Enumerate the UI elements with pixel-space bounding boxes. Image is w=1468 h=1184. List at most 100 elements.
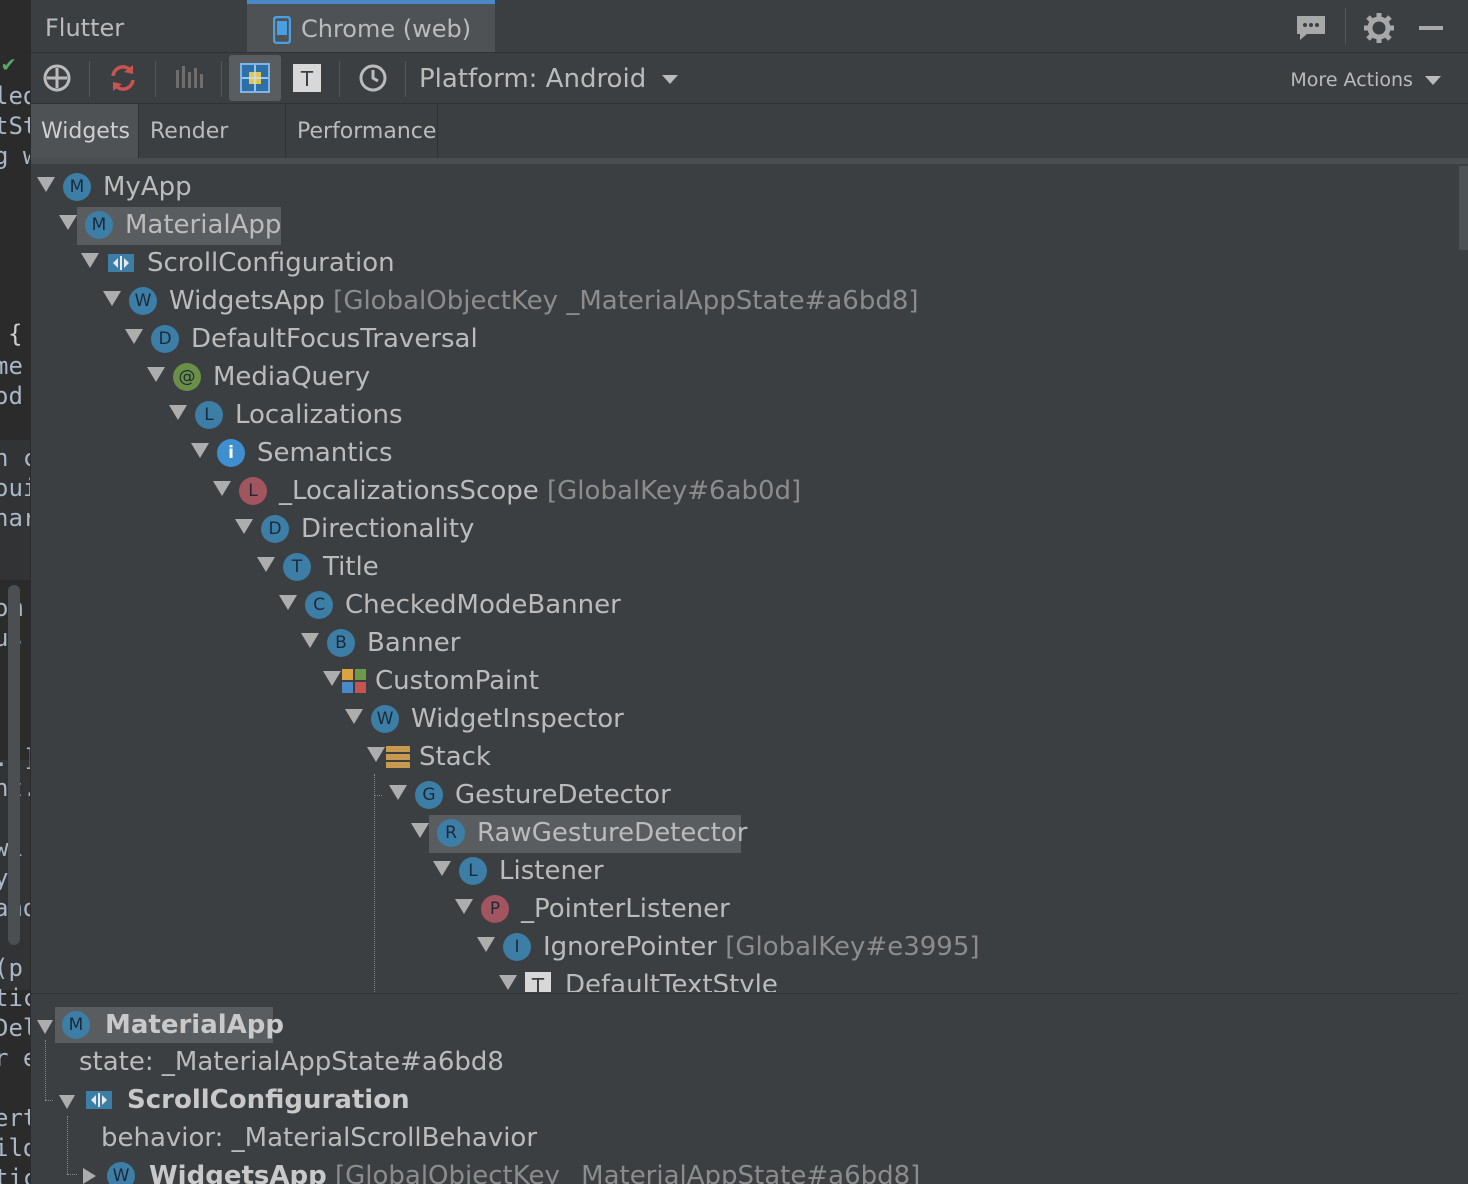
tab-performance[interactable]: Performance bbox=[287, 104, 438, 158]
code-fragment: Del bbox=[0, 1014, 30, 1042]
collapsed-triangle-icon[interactable] bbox=[83, 1168, 96, 1184]
more-actions-dropdown[interactable]: More Actions bbox=[1290, 53, 1441, 103]
detail-extra: [GlobalObjectKey _MaterialAppState#a6bd8… bbox=[334, 1161, 921, 1184]
widget-name: Directionality bbox=[301, 514, 475, 544]
more-actions-label: More Actions bbox=[1290, 69, 1413, 91]
tree-row-label: _LocalizationsScope [GlobalKey#6ab0d] bbox=[279, 473, 801, 509]
gear-icon[interactable] bbox=[1361, 10, 1397, 46]
expand-triangle-icon[interactable] bbox=[59, 1095, 75, 1109]
expand-triangle-icon[interactable] bbox=[411, 823, 429, 838]
clock-icon bbox=[359, 64, 387, 92]
expand-triangle-icon[interactable] bbox=[37, 1020, 53, 1034]
expand-triangle-icon[interactable] bbox=[345, 709, 363, 724]
refresh-tree-button[interactable] bbox=[99, 55, 147, 101]
checkmark-icon: ✔ bbox=[2, 52, 16, 77]
widget-type-icon: T bbox=[283, 553, 311, 581]
expand-triangle-icon[interactable] bbox=[499, 975, 517, 990]
info-icon: i bbox=[217, 439, 245, 467]
chat-icon[interactable] bbox=[1293, 10, 1329, 46]
widget-name: _LocalizationsScope bbox=[279, 476, 539, 506]
code-fragment: { bbox=[8, 320, 23, 348]
expand-triangle-icon[interactable] bbox=[477, 937, 495, 952]
expand-triangle-icon[interactable] bbox=[213, 481, 231, 496]
tree-guide-line bbox=[67, 1174, 77, 1175]
widget-type-icon: W bbox=[371, 705, 399, 733]
widget-type-icon: L bbox=[459, 857, 487, 885]
widget-name: WidgetsApp bbox=[169, 286, 325, 316]
widget-type-icon: L bbox=[239, 477, 267, 505]
widget-type-icon: P bbox=[481, 895, 509, 923]
expand-triangle-icon[interactable] bbox=[257, 557, 275, 572]
detail-label: MaterialApp bbox=[105, 1010, 285, 1040]
tree-row-label: Semantics bbox=[257, 435, 393, 471]
widget-tree: M MyApp M MaterialApp ScrollConfiguration W Wi… bbox=[31, 166, 1459, 992]
expand-triangle-icon[interactable] bbox=[59, 215, 77, 230]
inspector-subtabs: Widgets Render Tree Performance bbox=[31, 104, 1468, 200]
expand-triangle-icon[interactable] bbox=[279, 595, 297, 610]
widget-type-icon: D bbox=[261, 515, 289, 543]
expand-triangle-icon[interactable] bbox=[367, 747, 385, 762]
expand-triangle-icon[interactable] bbox=[191, 443, 209, 458]
tab-device[interactable]: Chrome (web) bbox=[247, 0, 495, 52]
chevron-down-icon bbox=[662, 75, 679, 84]
debug-paint-button[interactable] bbox=[229, 55, 281, 101]
tree-row-label: MaterialApp bbox=[125, 207, 281, 243]
widget-name: ScrollConfiguration bbox=[147, 248, 395, 278]
split-divider[interactable] bbox=[31, 993, 1468, 1002]
expand-triangle-icon[interactable] bbox=[389, 785, 407, 800]
widget-name: DefaultTextStyle bbox=[565, 970, 778, 992]
expand-triangle-icon[interactable] bbox=[433, 861, 451, 876]
code-fragment: tic bbox=[0, 1164, 30, 1184]
select-widget-mode-button[interactable] bbox=[33, 55, 81, 101]
widget-key: [GlobalKey#6ab0d] bbox=[547, 476, 802, 506]
expand-triangle-icon[interactable] bbox=[301, 633, 319, 648]
expand-triangle-icon[interactable] bbox=[81, 253, 99, 268]
tab-flutter-inspector[interactable]: Flutter Inspector bbox=[31, 0, 245, 98]
expand-triangle-icon[interactable] bbox=[103, 291, 121, 306]
code-fragment: ild bbox=[0, 1134, 30, 1162]
panel-scrollbar[interactable] bbox=[1459, 166, 1468, 1184]
scroll-configuration-icon bbox=[86, 1091, 112, 1109]
widget-type-icon: C bbox=[305, 591, 333, 619]
debug-paint-icon bbox=[240, 63, 270, 93]
detail-label: WidgetsApp bbox=[149, 1161, 327, 1184]
platform-dropdown[interactable]: Platform: Android bbox=[419, 53, 679, 103]
tree-row-label: CustomPaint bbox=[375, 663, 539, 699]
expand-triangle-icon[interactable] bbox=[455, 899, 473, 914]
code-fragment: g w bbox=[0, 142, 30, 170]
widget-type-icon: M bbox=[62, 1011, 90, 1039]
slow-animations-button[interactable] bbox=[349, 55, 397, 101]
text-baselines-button[interactable]: T bbox=[283, 55, 331, 101]
widget-type-icon: M bbox=[63, 173, 91, 201]
scrollbar-thumb[interactable] bbox=[1459, 166, 1468, 250]
widget-key: [GlobalObjectKey _MaterialAppState#a6bd8… bbox=[333, 286, 919, 316]
expand-triangle-icon[interactable] bbox=[235, 519, 253, 534]
widget-name: Banner bbox=[367, 628, 461, 658]
code-fragment: ert bbox=[0, 1104, 30, 1132]
tree-row-label: DefaultTextStyle bbox=[565, 967, 778, 992]
widget-type-icon: L bbox=[195, 401, 223, 429]
code-fragment: led bbox=[0, 82, 30, 110]
widget-name: WidgetInspector bbox=[411, 704, 624, 734]
expand-triangle-icon[interactable] bbox=[323, 671, 341, 686]
widget-name: GestureDetector bbox=[455, 780, 671, 810]
minimize-icon[interactable] bbox=[1413, 10, 1449, 46]
tree-row-label: ScrollConfiguration bbox=[147, 245, 395, 281]
property-text: behavior: _MaterialScrollBehavior bbox=[101, 1123, 538, 1153]
widget-name: Semantics bbox=[257, 438, 393, 468]
widget-type-icon: W bbox=[129, 287, 157, 315]
expand-triangle-icon[interactable] bbox=[169, 405, 187, 420]
refresh-icon bbox=[111, 65, 135, 91]
widget-name: MediaQuery bbox=[213, 362, 371, 392]
expand-triangle-icon[interactable] bbox=[125, 329, 143, 344]
expand-triangle-icon[interactable] bbox=[147, 367, 165, 382]
tab-render-tree[interactable]: Render Tree bbox=[140, 104, 286, 200]
tree-row-label: Listener bbox=[499, 853, 604, 889]
editor-scrollbar[interactable] bbox=[8, 585, 20, 945]
tree-row-label: MediaQuery bbox=[213, 359, 370, 395]
widget-name: MaterialApp bbox=[125, 210, 282, 240]
tree-row-label: Stack bbox=[419, 739, 491, 775]
expand-triangle-icon[interactable] bbox=[37, 177, 55, 192]
tab-widgets[interactable]: Widgets bbox=[31, 104, 139, 158]
performance-overlay-button[interactable] bbox=[165, 55, 213, 101]
